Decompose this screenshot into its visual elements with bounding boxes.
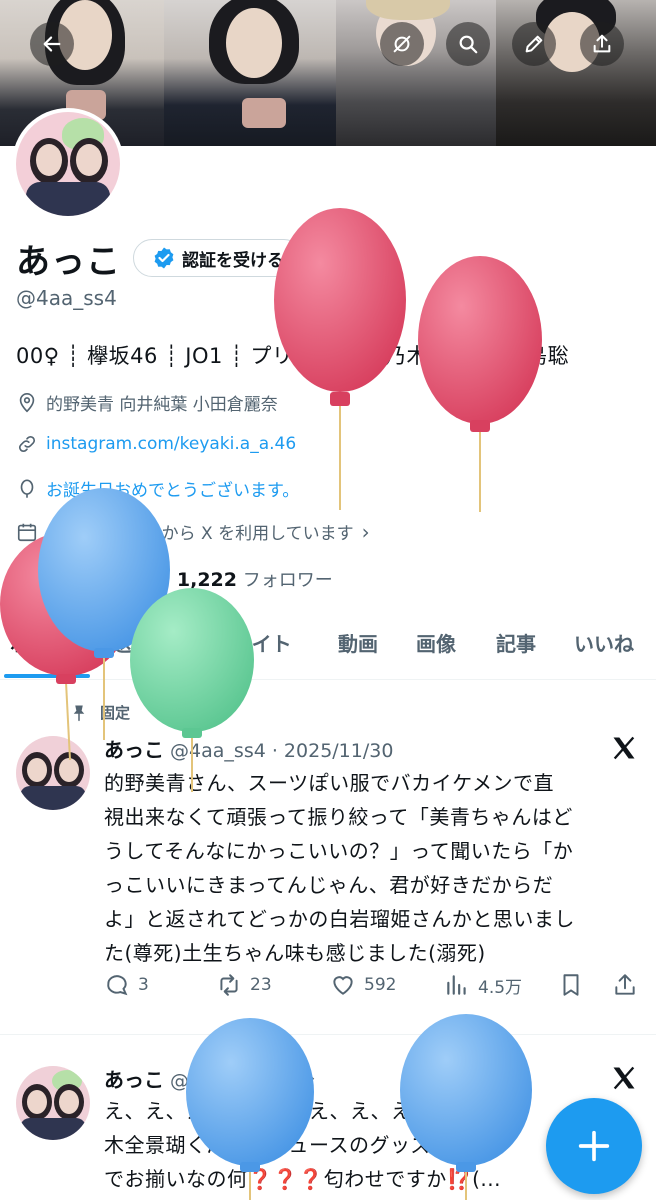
website-link[interactable]: instagram.com/keyaki.a_a.46 <box>46 434 296 454</box>
banner-photo-4 <box>496 0 656 146</box>
pin-icon <box>73 705 85 721</box>
share-button[interactable] <box>580 22 624 66</box>
search-button[interactable] <box>446 22 490 66</box>
analytics-icon <box>447 975 466 995</box>
pinned-indicator: 固定 <box>70 702 130 723</box>
profile-handle: @4aa_ss4 <box>16 286 117 310</box>
joined-text: 年11月から X を利用しています <box>106 524 354 544</box>
tab-likes[interactable]: いいね <box>574 622 634 657</box>
compose-post-button[interactable] <box>546 1098 642 1194</box>
post-avatar[interactable] <box>16 736 90 810</box>
post-line: 的野美青さん、スーツぽい服でバカイケメンで直 <box>104 771 554 795</box>
calendar-icon <box>17 523 37 541</box>
balloon-red-2 <box>418 256 542 512</box>
post-line: え、え、え、え、え、え、え、え、え、 <box>104 1099 473 1123</box>
like-count: 592 <box>364 975 397 995</box>
like-button[interactable]: 592 <box>330 972 396 998</box>
share-icon <box>615 974 635 995</box>
tab-posts[interactable]: ポスト <box>10 622 70 657</box>
heart-icon <box>333 976 353 995</box>
view-count: 4.5万 <box>478 977 523 998</box>
post-line: よ」と返されてどっかの白岩瑠姫さんかと思いまし <box>104 907 575 931</box>
repost-button[interactable]: 23 <box>216 972 272 998</box>
post-avatar[interactable] <box>16 1066 90 1140</box>
tab-images[interactable]: 画像 <box>416 622 456 657</box>
follow-stats: 958 フォロー中 1,222 フォロワー <box>16 566 333 592</box>
edit-icon <box>525 35 543 53</box>
profile-name: あっこ <box>16 242 121 282</box>
repost-icon <box>220 974 238 996</box>
post-text: 的野美青さん、スーツぽい服でバカイケメンで直 視出来なくて頑張って振り絞って「美… <box>104 766 644 970</box>
post-line: でお揃いなの何❓❓❓匂わせですか⁉️(... <box>104 1167 501 1191</box>
post-line: うしてそんなにかっこいいの？」って聞いたら「か <box>104 839 574 863</box>
repost-count: 23 <box>250 975 272 995</box>
post-meta: @4aa_ss4 · 2025/11/30 <box>170 740 394 762</box>
location-row: 的野美青 向井純葉 小田倉麗奈 <box>16 390 278 415</box>
get-verified-label: 認証を受ける <box>182 250 284 271</box>
get-verified-button[interactable]: 認証を受ける <box>133 239 303 277</box>
verified-badge-icon <box>154 247 174 269</box>
reply-button[interactable]: 3 <box>104 972 149 998</box>
post-meta: @4aa_ss4 · 5分 <box>170 1070 316 1092</box>
active-tab-indicator <box>4 674 90 678</box>
x-logo-icon <box>613 1066 635 1090</box>
post-actions: 3 23 592 4.5万 <box>104 972 644 1002</box>
location-text: 的野美青 向井純葉 小田倉麗奈 <box>46 395 278 415</box>
edit-button[interactable] <box>512 22 556 66</box>
tab-articles[interactable]: 記事 <box>496 622 536 657</box>
bookmark-button[interactable] <box>558 972 584 998</box>
reply-icon <box>107 975 128 996</box>
followers-label[interactable]: フォロワー <box>243 570 333 591</box>
following-count[interactable]: 958 <box>16 569 56 591</box>
plus-icon <box>578 1130 610 1162</box>
back-button[interactable] <box>30 22 74 66</box>
mute-button[interactable] <box>380 22 424 66</box>
post-line: た(尊死)土生ちゃん味も感じました(溺死) <box>104 941 486 965</box>
mute-icon <box>393 35 411 53</box>
avatar-image <box>16 112 120 216</box>
website-row[interactable]: instagram.com/keyaki.a_a.46 <box>16 433 296 455</box>
banner-photo-2 <box>164 0 336 146</box>
tab-highlights[interactable]: ハイライト <box>192 622 292 657</box>
chevron-right-icon: › <box>361 519 370 544</box>
arrow-left-icon <box>43 36 61 52</box>
post-author[interactable]: あっこ <box>104 738 164 762</box>
balloon-icon <box>20 478 34 498</box>
post-divider <box>0 1034 656 1035</box>
post-header: あっこ @4aa_ss4 · 5分 <box>104 1064 315 1093</box>
share-post-button[interactable] <box>612 972 638 998</box>
search-icon <box>459 35 478 54</box>
post-line: っこいいにきまってんじゃん、君が好きだからだ <box>104 873 554 897</box>
post-line: 木全景瑚くんプロデュースのグッズ着てる <box>104 1133 493 1157</box>
post-text: え、え、え、え、え、え、え、え、え、 木全景瑚くんプロデュースのグッズ着てる で… <box>104 1094 544 1196</box>
birthday-text: お誕生日おめでとうございます。 <box>46 481 300 501</box>
link-icon <box>18 435 36 453</box>
profile-avatar[interactable] <box>12 108 124 220</box>
tab-videos[interactable]: 動画 <box>338 622 378 657</box>
post-author[interactable]: あっこ <box>104 1068 164 1092</box>
joined-row[interactable]: 年11月から X を利用しています › <box>16 519 370 544</box>
profile-bio: 00♀ ┊ 欅坂46 ┊ JO1 ┊ プリキュア ┊ 乃木坂46 ┊ 松島聡 <box>16 344 570 368</box>
bookmark-icon <box>563 974 579 996</box>
share-icon <box>593 34 611 53</box>
post-header: あっこ @4aa_ss4 · 2025/11/30 <box>104 734 393 763</box>
views-button[interactable]: 4.5万 <box>444 972 522 998</box>
followers-count[interactable]: 1,222 <box>177 569 237 591</box>
tab-replies[interactable]: 返信 <box>112 622 152 657</box>
following-label[interactable]: フォロー中 <box>61 570 151 591</box>
pinned-label: 固定 <box>100 704 131 722</box>
birthday-row: お誕生日おめでとうございます。 <box>16 476 299 501</box>
profile-tabs: ポスト 返信 ハイライト 動画 画像 記事 いいね <box>0 622 656 680</box>
post-line: 視出来なくて頑張って振り絞って「美青ちゃんはど <box>104 805 573 829</box>
x-logo-icon <box>613 736 635 760</box>
reply-count: 3 <box>138 975 149 995</box>
location-pin-icon <box>19 392 35 412</box>
